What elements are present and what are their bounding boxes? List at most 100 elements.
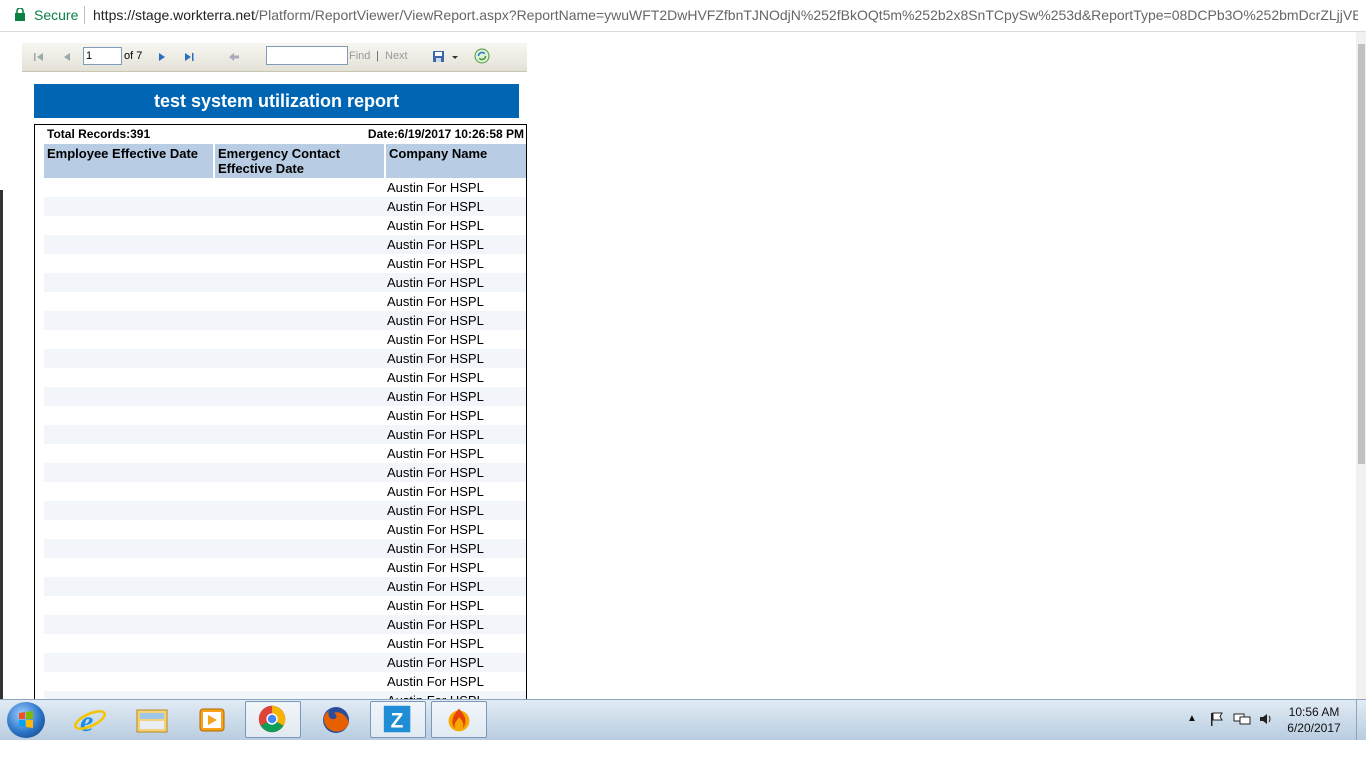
internet-explorer-taskbar-item[interactable]: e xyxy=(62,701,118,738)
table-row: Austin For HSPL xyxy=(44,368,526,387)
file-explorer-taskbar-item[interactable] xyxy=(124,701,180,738)
table-row: Austin For HSPL xyxy=(44,216,526,235)
url-path: /Platform/ReportViewer/ViewReport.aspx?R… xyxy=(254,7,1358,23)
company-name-cell: Austin For HSPL xyxy=(387,598,484,613)
table-row: Austin For HSPL xyxy=(44,444,526,463)
table-row: Austin For HSPL xyxy=(44,501,526,520)
next-page-icon[interactable] xyxy=(155,50,169,64)
tray-expand-icon[interactable]: ▲ xyxy=(1187,713,1197,724)
table-row: Austin For HSPL xyxy=(44,330,526,349)
company-name-cell: Austin For HSPL xyxy=(387,560,484,575)
table-row: Austin For HSPL xyxy=(44,235,526,254)
zoho-z-icon: Z xyxy=(383,705,411,733)
table-row: Austin For HSPL xyxy=(44,634,526,653)
company-name-cell: Austin For HSPL xyxy=(387,370,484,385)
lock-icon xyxy=(15,8,25,21)
address-divider xyxy=(84,6,85,24)
flame-app-taskbar-item[interactable] xyxy=(431,701,487,738)
company-name-cell: Austin For HSPL xyxy=(387,256,484,271)
page-number-input[interactable] xyxy=(83,47,122,65)
table-row: Austin For HSPL xyxy=(44,311,526,330)
table-row: Austin For HSPL xyxy=(44,672,526,691)
report-toolbar: of 7 Find | Next xyxy=(22,43,527,72)
table-row: Austin For HSPL xyxy=(44,558,526,577)
secure-label: Secure xyxy=(34,7,79,23)
chrome-taskbar-item[interactable] xyxy=(245,701,301,738)
refresh-icon[interactable] xyxy=(474,48,490,64)
company-name-cell: Austin For HSPL xyxy=(387,351,484,366)
table-row: Austin For HSPL xyxy=(44,349,526,368)
firefox-taskbar-item[interactable] xyxy=(308,701,364,738)
company-name-cell: Austin For HSPL xyxy=(387,408,484,423)
company-name-cell: Austin For HSPL xyxy=(387,199,484,214)
table-row: Austin For HSPL xyxy=(44,178,526,197)
first-page-icon[interactable] xyxy=(32,50,46,64)
company-name-cell: Austin For HSPL xyxy=(387,636,484,651)
table-row: Austin For HSPL xyxy=(44,406,526,425)
company-name-cell: Austin For HSPL xyxy=(387,180,484,195)
table-row: Austin For HSPL xyxy=(44,615,526,634)
company-name-cell: Austin For HSPL xyxy=(387,655,484,670)
firefox-icon xyxy=(323,707,349,733)
company-name-cell: Austin For HSPL xyxy=(387,332,484,347)
table-row: Austin For HSPL xyxy=(44,292,526,311)
table-row: Austin For HSPL xyxy=(44,520,526,539)
windows-logo-icon xyxy=(19,711,33,728)
address-bar[interactable]: Secure https://stage.workterra.net/Platf… xyxy=(0,0,1366,32)
company-name-cell: Austin For HSPL xyxy=(387,465,484,480)
svg-text:Z: Z xyxy=(391,710,404,733)
page-count-label: of 7 xyxy=(124,50,143,62)
report-table: Total Records:391 Date:6/19/2017 10:26:5… xyxy=(34,124,527,706)
table-row: Austin For HSPL xyxy=(44,482,526,501)
network-icon[interactable] xyxy=(1233,712,1251,726)
company-name-cell: Austin For HSPL xyxy=(387,446,484,461)
previous-page-icon[interactable] xyxy=(60,50,74,64)
back-to-parent-icon[interactable] xyxy=(227,50,241,64)
show-desktop-button[interactable] xyxy=(1356,700,1366,740)
system-clock[interactable]: 10:56 AM 6/20/2017 xyxy=(1278,704,1350,736)
table-row: Austin For HSPL xyxy=(44,539,526,558)
export-dropdown-icon[interactable] xyxy=(451,50,459,64)
clock-date: 6/20/2017 xyxy=(1287,721,1341,735)
table-row: Austin For HSPL xyxy=(44,425,526,444)
volume-icon[interactable] xyxy=(1258,712,1274,726)
company-name-cell: Austin For HSPL xyxy=(387,617,484,632)
company-name-cell: Austin For HSPL xyxy=(387,237,484,252)
report-title: test system utilization report xyxy=(34,84,519,118)
file-explorer-icon xyxy=(136,709,168,733)
vertical-scrollbar[interactable] xyxy=(1356,32,1366,700)
column-header-emergency-contact-effective-date: Emergency Contact Effective Date xyxy=(215,144,384,178)
table-rows: Austin For HSPL Austin For HSPL Austin For… xyxy=(44,178,526,705)
find-next-button[interactable]: Next xyxy=(385,50,408,62)
company-name-cell: Austin For HSPL xyxy=(387,427,484,442)
company-name-cell: Austin For HSPL xyxy=(387,503,484,518)
table-row: Austin For HSPL xyxy=(44,463,526,482)
company-name-cell: Austin For HSPL xyxy=(387,674,484,689)
action-center-flag-icon[interactable] xyxy=(1209,712,1225,726)
url-domain: https://stage.workterra.net xyxy=(93,7,255,23)
media-player-icon xyxy=(199,708,225,732)
last-page-icon[interactable] xyxy=(182,50,196,64)
find-button[interactable]: Find xyxy=(349,50,370,62)
scrollbar-thumb[interactable] xyxy=(1358,44,1365,464)
frame-left-edge xyxy=(0,32,8,730)
company-name-cell: Austin For HSPL xyxy=(387,275,484,290)
windows-taskbar: e Z ▲ 10:56 AM 6/20/2017 xyxy=(0,699,1366,740)
start-button[interactable] xyxy=(7,702,45,738)
table-row: Austin For HSPL xyxy=(44,273,526,292)
export-icon[interactable] xyxy=(432,50,448,64)
url-text[interactable]: https://stage.workterra.net/Platform/Rep… xyxy=(93,7,1358,23)
company-name-cell: Austin For HSPL xyxy=(387,484,484,499)
table-row: Austin For HSPL xyxy=(44,596,526,615)
company-name-cell: Austin For HSPL xyxy=(387,579,484,594)
column-header-employee-effective-date: Employee Effective Date xyxy=(44,144,213,178)
internet-explorer-icon: e xyxy=(74,705,106,738)
media-player-taskbar-item[interactable] xyxy=(184,701,240,738)
column-header-company-name: Company Name xyxy=(386,144,526,178)
zoho-taskbar-item[interactable]: Z xyxy=(370,701,426,738)
chrome-icon xyxy=(258,705,286,733)
table-row: Austin For HSPL xyxy=(44,197,526,216)
table-row: Austin For HSPL xyxy=(44,653,526,672)
find-text-input[interactable] xyxy=(266,46,348,65)
report-date-label: Date:6/19/2017 10:26:58 PM xyxy=(367,127,524,141)
